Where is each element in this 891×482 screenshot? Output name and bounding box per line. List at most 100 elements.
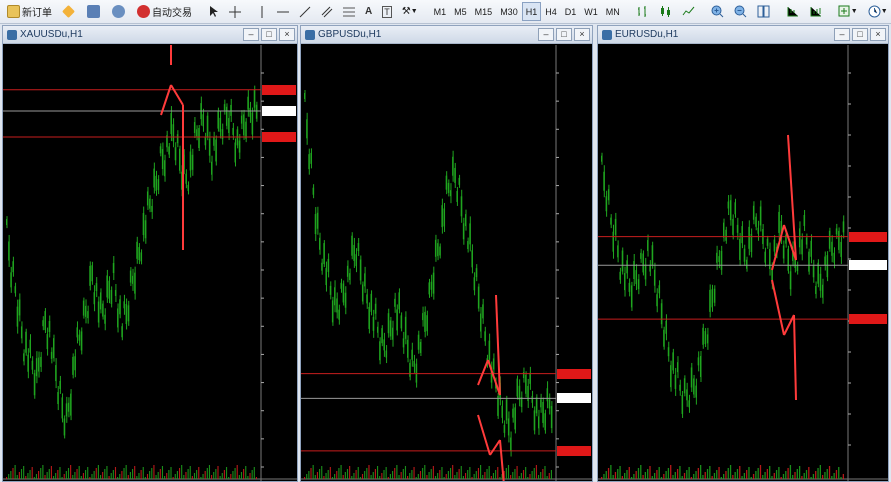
maximize-button[interactable]: □	[852, 28, 868, 41]
candle-body	[462, 223, 465, 240]
candle-body	[716, 252, 718, 263]
annotation-arrow[interactable]	[477, 414, 491, 456]
candle-body	[67, 402, 70, 412]
text-tool[interactable]: A	[361, 2, 376, 21]
candle-chart-button[interactable]	[655, 2, 676, 21]
trendline-tool[interactable]	[295, 2, 315, 21]
ac-bar	[614, 472, 617, 479]
minimize-button[interactable]: –	[243, 28, 259, 41]
horizontal-line-tool[interactable]	[273, 2, 293, 21]
label-tool[interactable]: T	[378, 2, 396, 21]
chart-window-xauusd[interactable]: XAUUSDu,H1 – □ ×	[2, 25, 298, 482]
tile-windows-button[interactable]	[753, 2, 774, 21]
ac-bar	[780, 477, 782, 479]
ac-bar	[236, 465, 238, 479]
maximize-button[interactable]: □	[261, 28, 277, 41]
ac-bar	[91, 474, 93, 479]
terminal-button[interactable]	[108, 2, 131, 21]
candle-body	[349, 273, 351, 281]
crosshair-tool[interactable]	[225, 2, 245, 21]
ac-bar	[366, 468, 368, 479]
timeframe-h1-button[interactable]: H1	[521, 2, 542, 21]
ac-bar	[200, 477, 202, 479]
maximize-button[interactable]: □	[556, 28, 572, 41]
ac-bar	[164, 476, 166, 479]
crosshair-icon	[229, 5, 241, 18]
close-button[interactable]: ×	[279, 28, 295, 41]
annotation-arrow[interactable]	[783, 314, 795, 336]
candle-body	[327, 258, 330, 272]
ac-bar	[16, 475, 18, 479]
annotation-arrow[interactable]	[170, 84, 184, 106]
auto-trading-icon	[137, 5, 150, 18]
candle-body	[78, 334, 81, 341]
minimize-button[interactable]: –	[834, 28, 850, 41]
metaeditor-button[interactable]	[58, 2, 81, 21]
chart-window-eurusd[interactable]: EURUSDu,H1 – □ ×	[597, 25, 889, 482]
annotation-arrow[interactable]	[793, 314, 797, 401]
channel-tool[interactable]	[317, 2, 337, 21]
navigator-button[interactable]	[83, 2, 106, 21]
window-titlebar[interactable]: XAUUSDu,H1 – □ ×	[3, 26, 297, 44]
ac-bar	[439, 470, 441, 479]
timeframe-mn-button[interactable]: MN	[602, 2, 624, 21]
chart-canvas[interactable]	[598, 45, 888, 481]
auto-trading-button[interactable]: 自动交易	[133, 2, 196, 21]
price-chart[interactable]	[598, 45, 888, 481]
shapes-dropdown[interactable]: ⚒ ▼	[398, 2, 422, 21]
annotation-arrow[interactable]	[771, 279, 785, 336]
ac-bar	[104, 469, 106, 479]
ac-bar	[475, 471, 477, 479]
candle-body	[31, 360, 34, 370]
timeframe-h4-button[interactable]: H4	[541, 2, 561, 21]
ac-bar	[14, 465, 16, 479]
periods-dropdown[interactable]: ▼	[864, 2, 891, 21]
timeframe-d1-button[interactable]: D1	[561, 2, 581, 21]
annotation-arrow[interactable]	[495, 294, 501, 396]
minimize-button[interactable]: –	[538, 28, 554, 41]
window-titlebar[interactable]: EURUSDu,H1 – □ ×	[598, 26, 888, 44]
ac-bar	[676, 469, 679, 479]
chart-shift-button[interactable]	[782, 2, 803, 21]
bar-chart-button[interactable]	[632, 2, 653, 21]
ac-bar	[172, 477, 174, 479]
chart-canvas[interactable]	[3, 45, 297, 481]
close-button[interactable]: ×	[574, 28, 590, 41]
candle-body	[690, 367, 693, 388]
timeframe-w1-button[interactable]: W1	[580, 2, 602, 21]
chart-window-icon	[602, 29, 612, 40]
vertical-line-tool[interactable]	[253, 2, 271, 21]
ac-bar	[8, 474, 10, 479]
candle-body	[223, 104, 226, 111]
price-chart[interactable]	[3, 45, 297, 481]
zoom-in-button[interactable]	[707, 2, 728, 21]
ac-bar	[59, 467, 61, 479]
chart-canvas[interactable]	[301, 45, 592, 481]
chart-window-gbpusd[interactable]: GBPUSDu,H1 – □ ×	[300, 25, 593, 482]
cursor-tool[interactable]	[204, 2, 223, 21]
zoom-out-button[interactable]	[730, 2, 751, 21]
window-titlebar[interactable]: GBPUSDu,H1 – □ ×	[301, 26, 592, 44]
autoscroll-button[interactable]	[805, 2, 826, 21]
timeframe-m15-button[interactable]: M15	[471, 2, 497, 21]
price-chart[interactable]	[301, 45, 592, 481]
candle-body	[514, 407, 516, 430]
new-order-button[interactable]: 新订单	[3, 2, 56, 21]
timeframe-m1-button[interactable]: M1	[430, 2, 451, 21]
line-chart-button[interactable]	[678, 2, 699, 21]
candle-body	[434, 239, 437, 257]
horizontal-line-icon	[277, 11, 289, 12]
candle-body	[601, 155, 603, 162]
candle-body	[535, 397, 538, 414]
ac-bar	[129, 472, 131, 479]
annotation-arrow[interactable]	[489, 439, 501, 456]
annotation-arrow[interactable]	[477, 359, 489, 386]
ac-bar	[826, 469, 828, 479]
fibonacci-tool[interactable]	[339, 2, 359, 21]
indicators-dropdown[interactable]: ▼	[834, 2, 862, 21]
candle-body	[189, 151, 192, 171]
timeframe-m30-button[interactable]: M30	[496, 2, 522, 21]
close-button[interactable]: ×	[870, 28, 886, 41]
timeframe-m5-button[interactable]: M5	[450, 2, 471, 21]
candle-body	[603, 171, 605, 191]
